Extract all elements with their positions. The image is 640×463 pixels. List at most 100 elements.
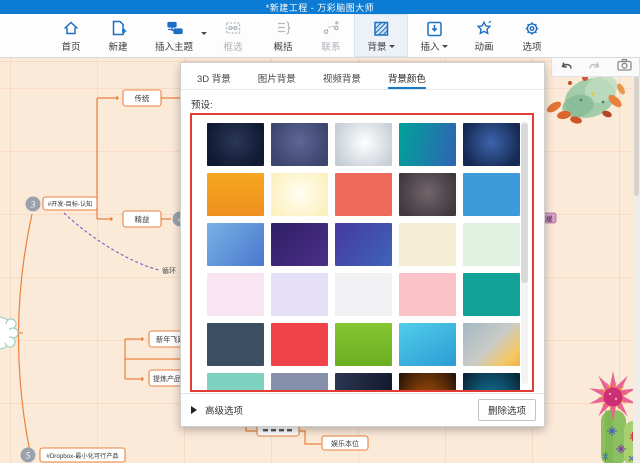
canvas-vertical-scrollbar[interactable] (633, 58, 640, 463)
color-swatch-gray-sunset-gradient[interactable] (463, 323, 520, 366)
color-swatch-taupe-radial[interactable] (399, 173, 456, 216)
main-toolbar: 首页 新建 插入主题 框选 概括 联系 背景 插入 动画 选项 (0, 14, 640, 58)
toolbar-button-options[interactable]: 选项 (508, 14, 556, 57)
panel-footer: 高级选项 删除选项 (181, 393, 544, 426)
color-swatch-light-gray[interactable] (335, 273, 392, 316)
toolbar-label: 概括 (273, 42, 293, 53)
color-swatch-midnight-gradient[interactable] (335, 373, 392, 390)
summarize-icon (278, 21, 291, 35)
badge-5: 5 (26, 451, 31, 461)
animation-star-icon (476, 20, 492, 35)
color-swatch-beige[interactable] (399, 223, 456, 266)
color-swatch-ember-orange-dark[interactable] (399, 373, 456, 390)
badge-3: 3 (30, 200, 36, 210)
toolbar-label: 选项 (522, 42, 542, 53)
redo-button[interactable] (587, 57, 603, 77)
color-swatch-blush-pink[interactable] (399, 273, 456, 316)
scrollbar-thumb[interactable] (634, 76, 639, 196)
color-swatch-pale-lavender[interactable] (271, 273, 328, 316)
color-swatch-teal[interactable] (463, 273, 520, 316)
color-swatch-dark-slate[interactable] (207, 323, 264, 366)
insert-topic-icon (167, 21, 183, 35)
toolbar-label: 首页 (61, 42, 81, 53)
camera-icon (616, 58, 632, 71)
quick-access-bar (551, 57, 640, 77)
toolbar-button-animation[interactable]: 动画 (460, 14, 508, 57)
toolbar-button-relation[interactable]: 联系 (308, 14, 354, 57)
toolbar-button-summarize[interactable]: 概括 (258, 14, 308, 57)
color-swatch-mint-turquoise[interactable] (207, 373, 264, 390)
toolbar-label: 插入主题 (154, 42, 193, 53)
toolbar-label: 插入 (420, 39, 448, 53)
chevron-down-icon (441, 44, 448, 51)
window-title: *新建工程 - 万彩脑图大师 (265, 2, 375, 13)
relation-icon (323, 21, 339, 35)
color-swatch-silver-white-radial[interactable] (335, 123, 392, 166)
preset-label: 预设: (191, 100, 213, 111)
tab-video-background[interactable]: 视频背景 (323, 71, 361, 89)
color-swatch-dark-navy-radial[interactable] (207, 123, 264, 166)
color-swatch-slate-indigo-radial[interactable] (271, 123, 328, 166)
relationship-label[interactable]: 循环 (162, 266, 176, 275)
new-document-icon (112, 20, 127, 36)
topic-label: 传统 (135, 93, 150, 103)
undo-button[interactable] (558, 57, 574, 77)
application-window: *新建工程 - 万彩脑图大师 首页 新建 插入主题 框选 概括 联系 背景 插入… (0, 0, 640, 463)
advanced-options-label: 高级选项 (205, 406, 244, 417)
tab-image-background[interactable]: 图片背景 (258, 71, 296, 89)
frame-select-icon (225, 22, 241, 34)
root-cloud-node[interactable] (0, 316, 19, 350)
toolbar-label: 新建 (108, 42, 128, 53)
toolbar-button-insert[interactable]: 插入 (408, 14, 460, 57)
color-swatch-dark-purple-gradient[interactable] (271, 223, 328, 266)
color-swatch-cyan-gradient[interactable] (399, 323, 456, 366)
topic-label: 娱乐本位 (331, 439, 359, 448)
color-swatch-coral[interactable] (335, 173, 392, 216)
toolbar-label: 背景 (367, 39, 395, 53)
swatch-scrollbar-thumb[interactable] (521, 123, 528, 283)
panel-tabs: 3D 背景 图片背景 视频背景 背景颜色 (181, 63, 544, 90)
insert-icon (427, 21, 442, 37)
topic-label: 精益 (135, 214, 150, 224)
triangle-right-icon (191, 406, 201, 414)
title-bar: *新建工程 - 万彩脑图大师 (0, 0, 640, 14)
color-swatch-gray-blue[interactable] (271, 373, 328, 390)
connector-dots (109, 96, 144, 381)
color-swatch-orange[interactable] (207, 173, 264, 216)
toolbar-button-background[interactable]: 背景 (354, 14, 408, 57)
swatch-scrollbar[interactable] (521, 121, 528, 384)
color-swatch-pale-pink[interactable] (207, 273, 264, 316)
toolbar-button-frame-select[interactable]: 框选 (208, 14, 258, 57)
color-swatch-indigo-blue-gradient[interactable] (335, 223, 392, 266)
toolbar-button-insert-topic[interactable]: 插入主题 (140, 14, 208, 57)
order-badges: 3 4 5 (20, 196, 188, 463)
cactus-illustration-top (546, 72, 625, 124)
color-swatch-teal-blue-gradient[interactable] (399, 123, 456, 166)
color-swatch-pale-mint[interactable] (463, 223, 520, 266)
color-swatch-light-blue-gradient[interactable] (207, 223, 264, 266)
tab-3d-background[interactable]: 3D 背景 (197, 71, 231, 89)
preset-swatch-box (190, 113, 534, 392)
toolbar-button-new[interactable]: 新建 (96, 14, 140, 57)
topic-label: #Dropbox-最小化可行产品 (46, 452, 118, 460)
chevron-down-icon (388, 44, 395, 51)
background-settings-panel: 3D 背景 图片背景 视频背景 背景颜色 预设: 高级选项 删除选项 (180, 62, 545, 427)
advanced-options-toggle[interactable]: 高级选项 (191, 403, 243, 417)
home-icon (63, 21, 79, 35)
topic-label: #开发-目标-认知 (48, 200, 93, 208)
color-swatch-green[interactable] (335, 323, 392, 366)
color-swatch-sky-blue[interactable] (463, 173, 520, 216)
tab-background-color[interactable]: 背景颜色 (387, 71, 426, 89)
screenshot-button[interactable] (616, 57, 633, 77)
delete-option-button[interactable]: 删除选项 (477, 399, 536, 421)
gear-icon (525, 22, 539, 35)
toolbar-button-home[interactable]: 首页 (46, 14, 96, 57)
background-icon (374, 21, 389, 36)
color-swatch-cream-glow-radial[interactable] (271, 173, 328, 216)
chevron-down-icon (201, 32, 207, 38)
redo-icon (589, 61, 600, 69)
toolbar-label: 动画 (474, 42, 494, 53)
color-swatch-deep-blue-radial[interactable] (463, 123, 520, 166)
color-swatch-deep-teal-dark[interactable] (463, 373, 520, 390)
color-swatch-red[interactable] (271, 323, 328, 366)
